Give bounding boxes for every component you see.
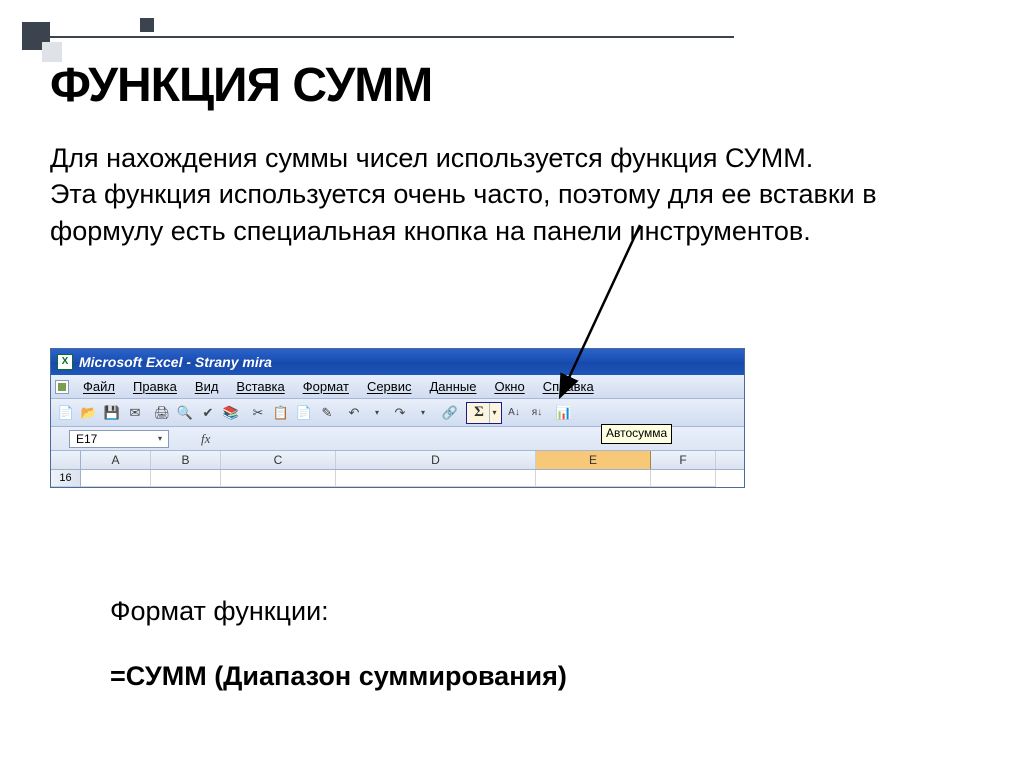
col-header-F[interactable]: F xyxy=(651,451,716,469)
col-header-C[interactable]: C xyxy=(221,451,336,469)
sheet-area: A B C D E F 16 xyxy=(51,451,744,487)
redo-dropdown[interactable]: ▾ xyxy=(412,402,434,424)
sort-asc-icon[interactable]: A↓ xyxy=(503,402,525,424)
window-title: Microsoft Excel - Strany mira xyxy=(79,354,272,370)
toolbar: 📄 📂 💾 ✉ 🖨 🔍 ✔ 📚 ✂ 📋 📄 ✎ ↶ ▾ ↷ ▾ 🔗 Σ ▾ xyxy=(51,399,744,427)
select-all-corner[interactable] xyxy=(51,451,81,469)
new-icon[interactable]: 📄 xyxy=(55,402,77,424)
menu-view[interactable]: Вид xyxy=(187,377,227,396)
titlebar: X Microsoft Excel - Strany mira xyxy=(51,349,744,375)
separator xyxy=(435,402,438,424)
deco-square-small xyxy=(140,18,154,32)
menu-doc-icon xyxy=(55,380,69,394)
slide-body: Для нахождения суммы чисел используется … xyxy=(50,140,994,249)
cut-icon[interactable]: ✂ xyxy=(247,402,269,424)
col-header-D[interactable]: D xyxy=(336,451,536,469)
name-box-dropdown-icon: ▾ xyxy=(158,434,162,443)
mail-icon[interactable]: ✉ xyxy=(124,402,146,424)
chart-icon[interactable]: 📊 xyxy=(553,402,575,424)
name-box[interactable]: E17 ▾ xyxy=(69,430,169,448)
col-header-E[interactable]: E xyxy=(536,451,651,469)
redo-icon[interactable]: ↷ xyxy=(389,402,411,424)
menu-data[interactable]: Данные xyxy=(421,377,484,396)
format-section: Формат функции: =СУММ (Диапазон суммиров… xyxy=(110,590,567,698)
menu-format[interactable]: Формат xyxy=(295,377,357,396)
paste-icon[interactable]: 📄 xyxy=(293,402,315,424)
col-header-A[interactable]: A xyxy=(81,451,151,469)
menubar: Файл Правка Вид Вставка Формат Сервис Да… xyxy=(51,375,744,399)
column-headers: A B C D E F xyxy=(51,451,744,470)
separator xyxy=(243,402,246,424)
save-icon[interactable]: 💾 xyxy=(101,402,123,424)
separator xyxy=(462,402,465,424)
autosum-dropdown[interactable]: ▾ xyxy=(489,403,499,423)
copy-icon[interactable]: 📋 xyxy=(270,402,292,424)
undo-icon[interactable]: ↶ xyxy=(343,402,365,424)
menu-file[interactable]: Файл xyxy=(75,377,123,396)
link-icon[interactable]: 🔗 xyxy=(439,402,461,424)
menu-edit[interactable]: Правка xyxy=(125,377,185,396)
cell-F16[interactable] xyxy=(651,470,716,487)
spell-icon[interactable]: ✔ xyxy=(197,402,219,424)
autosum-highlighted: Σ ▾ xyxy=(466,402,502,424)
col-header-B[interactable]: B xyxy=(151,451,221,469)
menu-insert[interactable]: Вставка xyxy=(228,377,292,396)
autosum-tooltip: Автосумма xyxy=(601,424,672,444)
research-icon[interactable]: 📚 xyxy=(220,402,242,424)
undo-dropdown[interactable]: ▾ xyxy=(366,402,388,424)
cell-E16[interactable] xyxy=(536,470,651,487)
separator xyxy=(339,402,342,424)
sort-desc-icon[interactable]: я↓ xyxy=(526,402,548,424)
open-icon[interactable]: 📂 xyxy=(78,402,100,424)
paragraph-2: Эта функция используется очень часто, по… xyxy=(50,176,994,249)
slide-title: ФУНКЦИЯ СУММ xyxy=(50,58,432,113)
deco-top-line xyxy=(50,36,734,38)
format-formula: =СУММ (Диапазон суммирования) xyxy=(110,655,567,698)
cell-D16[interactable] xyxy=(336,470,536,487)
print-icon[interactable]: 🖨 xyxy=(151,402,173,424)
separator xyxy=(549,402,552,424)
preview-icon[interactable]: 🔍 xyxy=(174,402,196,424)
name-box-value: E17 xyxy=(76,432,97,446)
format-painter-icon[interactable]: ✎ xyxy=(316,402,338,424)
excel-logo-icon: X xyxy=(57,354,73,370)
excel-window: X Microsoft Excel - Strany mira Файл Пра… xyxy=(50,348,745,488)
data-row: 16 xyxy=(51,470,744,487)
menu-help[interactable]: Справка xyxy=(535,377,602,396)
paragraph-1: Для нахождения суммы чисел используется … xyxy=(50,140,994,176)
format-heading: Формат функции: xyxy=(110,590,567,633)
cell-A16[interactable] xyxy=(81,470,151,487)
fx-label[interactable]: fx xyxy=(201,431,210,447)
cell-B16[interactable] xyxy=(151,470,221,487)
autosum-button[interactable]: Σ xyxy=(469,403,489,423)
menu-window[interactable]: Окно xyxy=(486,377,532,396)
cell-C16[interactable] xyxy=(221,470,336,487)
menu-tools[interactable]: Сервис xyxy=(359,377,420,396)
row-header-16[interactable]: 16 xyxy=(51,470,81,487)
separator xyxy=(147,402,150,424)
